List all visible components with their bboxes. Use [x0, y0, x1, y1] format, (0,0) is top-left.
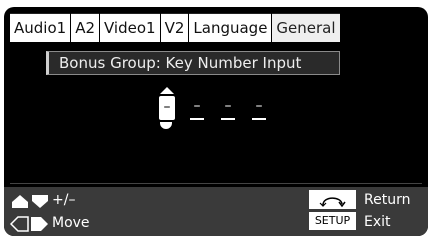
- return-arrow-icon: [319, 197, 346, 208]
- menu-title-box: Bonus Group: Key Number Input: [46, 51, 340, 75]
- digit-1-selector[interactable]: –: [158, 87, 176, 139]
- tab-a2[interactable]: A2: [71, 13, 99, 42]
- setup-key-badge: SETUP: [309, 212, 356, 230]
- tab-v2[interactable]: V2: [160, 13, 189, 42]
- tab-video1[interactable]: Video1: [100, 13, 160, 42]
- osd-screen: Audio1 A2 Video1 V2 Language General Bon…: [4, 7, 428, 236]
- digit-3-field[interactable]: –: [221, 96, 235, 120]
- digit-4-field[interactable]: –: [252, 96, 266, 120]
- tab-bar: Audio1 A2 Video1 V2 Language General: [10, 13, 341, 42]
- tab-general[interactable]: General: [272, 13, 340, 42]
- adjust-label: +/–: [52, 192, 76, 208]
- help-bar: +/– Move Return SETUP Exit: [4, 187, 428, 236]
- divider: [10, 183, 422, 184]
- return-label: Return: [364, 192, 411, 208]
- digit-up-icon: [160, 87, 174, 94]
- exit-label: Exit: [364, 214, 391, 230]
- digit-1-value: –: [159, 96, 175, 120]
- up-down-arrows-icon: [12, 195, 48, 208]
- tab-audio1[interactable]: Audio1: [10, 13, 71, 42]
- digit-2-field[interactable]: –: [190, 96, 204, 120]
- tab-language[interactable]: Language: [189, 13, 272, 42]
- move-label: Move: [52, 215, 90, 231]
- return-key-badge: [309, 190, 356, 209]
- digit-down-icon: [160, 122, 172, 129]
- left-right-arrows-icon: [10, 216, 48, 232]
- menu-title: Bonus Group: Key Number Input: [59, 54, 302, 72]
